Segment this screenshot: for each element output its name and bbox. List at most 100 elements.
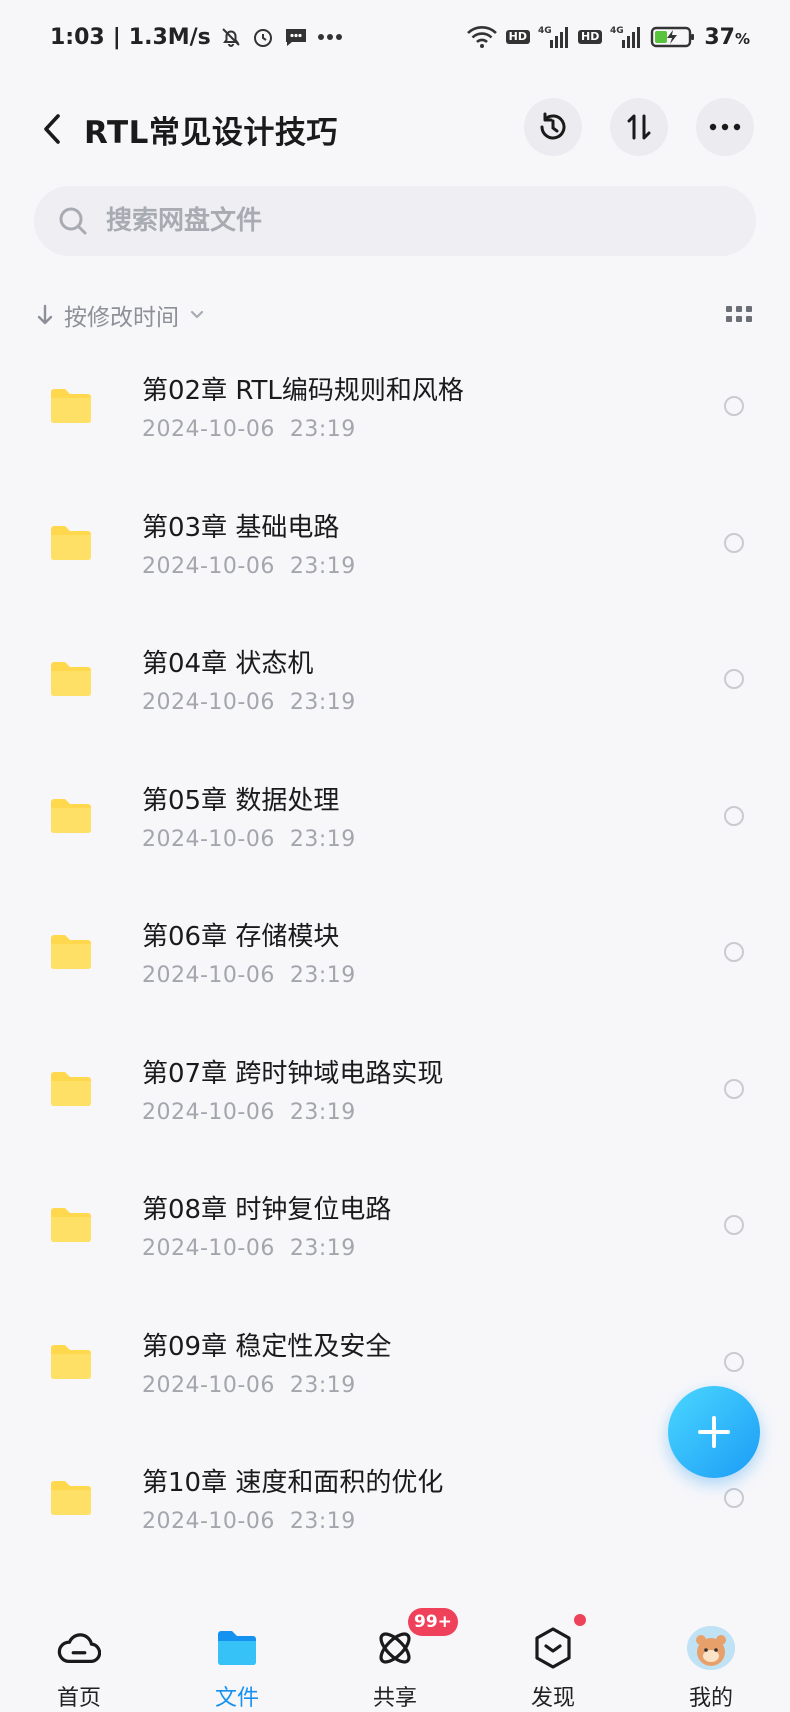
- select-checkbox[interactable]: [724, 532, 744, 553]
- sort-down-arrow-icon: [37, 304, 53, 325]
- nav-share[interactable]: 共享 99+: [316, 1602, 474, 1712]
- folder-active-icon: [215, 1626, 259, 1670]
- alarm-icon: [251, 25, 275, 49]
- file-date: 2024-10-06 23:19: [142, 1509, 356, 1534]
- file-date: 2024-10-06 23:19: [142, 553, 356, 579]
- select-checkbox[interactable]: [724, 396, 744, 416]
- file-row-05[interactable]: 第05章 数据处理 2024-10-06 23:19: [0, 754, 790, 891]
- header: RTL常见设计技巧: [0, 74, 790, 184]
- transfer-arrows-icon: [627, 114, 651, 140]
- sort-row: 按修改时间: [36, 292, 754, 338]
- add-button[interactable]: [668, 1386, 760, 1478]
- hd-badge: HD: [505, 29, 530, 45]
- status-right: HD 4G HD 4G 37%: [466, 24, 750, 50]
- folder-icon: [51, 935, 91, 969]
- svg-text:4G: 4G: [538, 26, 552, 36]
- select-checkbox[interactable]: [724, 669, 744, 689]
- file-date: 2024-10-06 23:19: [142, 1372, 356, 1398]
- status-left: 1:03 | 1.3M/s: [50, 25, 343, 50]
- file-text: 第08章 时钟复位电路 2024-10-06 23:19: [142, 1189, 391, 1261]
- select-checkbox[interactable]: [724, 1488, 744, 1508]
- file-row-02[interactable]: 第02章 RTL编码规则和风格 2024-10-06 23:19: [0, 344, 790, 481]
- folder-icon: [51, 1344, 91, 1379]
- select-checkbox[interactable]: [724, 1215, 744, 1235]
- file-text: 第04章 状态机 2024-10-06 23:19: [142, 643, 356, 715]
- file-name: 第03章 基础电路: [142, 512, 340, 543]
- file-name: 第08章 时钟复位电路: [142, 1195, 392, 1225]
- nav-discover-label: 发现: [530, 1686, 575, 1711]
- file-text: 第10章 速度和面积的优化 2024-10-06 23:19: [142, 1462, 443, 1534]
- folder-icon: [51, 1481, 91, 1515]
- file-row-03[interactable]: 第03章 基础电路 2024-10-06 23:19: [0, 481, 790, 618]
- sort-control[interactable]: 按修改时间: [36, 298, 205, 332]
- more-button[interactable]: [696, 98, 754, 156]
- file-name: 第09章 稳定性及安全: [142, 1331, 392, 1362]
- transfer-button[interactable]: [610, 98, 668, 156]
- search-bar[interactable]: [34, 186, 756, 256]
- back-button[interactable]: [34, 105, 70, 153]
- grid-view-toggle[interactable]: [724, 300, 754, 330]
- more-dots-icon: [709, 123, 741, 131]
- file-date: 2024-10-06 23:19: [142, 690, 356, 715]
- file-name: 第02章 RTL编码规则和风格: [142, 376, 464, 406]
- file-text: 第06章 存储模块 2024-10-06 23:19: [142, 916, 356, 988]
- app-screen: 1:03 | 1.3M/s HD 4G HD 4G 37% RTL常见设计技巧 …: [0, 0, 790, 1712]
- nav-mine-label: 我的: [688, 1686, 733, 1711]
- sort-label: 按修改时间: [64, 305, 179, 331]
- search-icon: [59, 207, 87, 235]
- folder-icon: [51, 1071, 91, 1106]
- file-date: 2024-10-06 23:19: [142, 1236, 356, 1261]
- more-notifications-icon: [317, 32, 343, 42]
- file-name: 第04章 状态机: [142, 649, 314, 679]
- file-name: 第07章 跨时钟域电路实现: [142, 1058, 444, 1089]
- select-checkbox[interactable]: [724, 1078, 744, 1099]
- file-text: 第07章 跨时钟域电路实现 2024-10-06 23:19: [142, 1053, 443, 1125]
- file-date: 2024-10-06 23:19: [142, 963, 356, 988]
- file-text: 第03章 基础电路 2024-10-06 23:19: [142, 507, 356, 579]
- chevron-down-icon: [190, 310, 204, 319]
- battery-level: 37%: [704, 24, 750, 50]
- search-input[interactable]: [104, 205, 668, 237]
- file-row-07[interactable]: 第07章 跨时钟域电路实现 2024-10-06 23:19: [0, 1027, 790, 1164]
- file-row-08[interactable]: 第08章 时钟复位电路 2024-10-06 23:19: [0, 1163, 790, 1300]
- file-name: 第10章 速度和面积的优化: [142, 1468, 444, 1498]
- status-separator: |: [112, 24, 121, 50]
- file-text: 第05章 数据处理 2024-10-06 23:19: [142, 780, 356, 852]
- file-list: 第02章 RTL编码规则和风格 2024-10-06 23:19 第03章 基础…: [0, 344, 790, 1573]
- file-date: 2024-10-06 23:19: [142, 826, 356, 852]
- select-checkbox[interactable]: [724, 805, 744, 826]
- file-row-04[interactable]: 第04章 状态机 2024-10-06 23:19: [0, 617, 790, 754]
- history-button[interactable]: [524, 98, 582, 156]
- select-checkbox[interactable]: [724, 1351, 744, 1372]
- file-text: 第09章 稳定性及安全 2024-10-06 23:19: [142, 1326, 391, 1398]
- discover-red-dot: [574, 1614, 586, 1626]
- folder-icon: [51, 798, 91, 833]
- plus-icon: [698, 1416, 730, 1448]
- nav-home[interactable]: 首页: [0, 1602, 158, 1712]
- signal-icon-2: 4G: [610, 24, 642, 50]
- nav-mine[interactable]: 我的: [632, 1602, 790, 1712]
- svg-text:4G: 4G: [610, 26, 624, 36]
- mute-bell-icon: [219, 25, 243, 49]
- avatar: [687, 1626, 735, 1670]
- bottom-nav: 首页 文件 共享 99+ 发现 我的: [0, 1602, 790, 1712]
- select-checkbox[interactable]: [724, 942, 744, 962]
- battery-charging-icon: [650, 25, 696, 49]
- file-date: 2024-10-06 23:19: [142, 417, 356, 442]
- header-actions: [524, 98, 754, 156]
- nav-home-label: 首页: [56, 1686, 101, 1711]
- file-row-10[interactable]: 第10章 速度和面积的优化 2024-10-06 23:19: [0, 1436, 790, 1573]
- nav-discover[interactable]: 发现: [474, 1602, 632, 1712]
- folder-icon: [51, 525, 91, 560]
- folder-icon: [51, 389, 91, 423]
- file-row-06[interactable]: 第06章 存储模块 2024-10-06 23:19: [0, 890, 790, 1027]
- cloud-home-icon: [57, 1626, 101, 1670]
- page-title: RTL常见设计技巧: [84, 114, 338, 151]
- nav-files[interactable]: 文件: [158, 1602, 316, 1712]
- file-text: 第02章 RTL编码规则和风格 2024-10-06 23:19: [142, 370, 464, 442]
- folder-icon: [51, 662, 91, 696]
- file-name: 第06章 存储模块: [142, 922, 340, 952]
- nav-share-label: 共享: [372, 1686, 417, 1711]
- folder-icon: [51, 1208, 91, 1242]
- nav-files-label: 文件: [214, 1686, 259, 1711]
